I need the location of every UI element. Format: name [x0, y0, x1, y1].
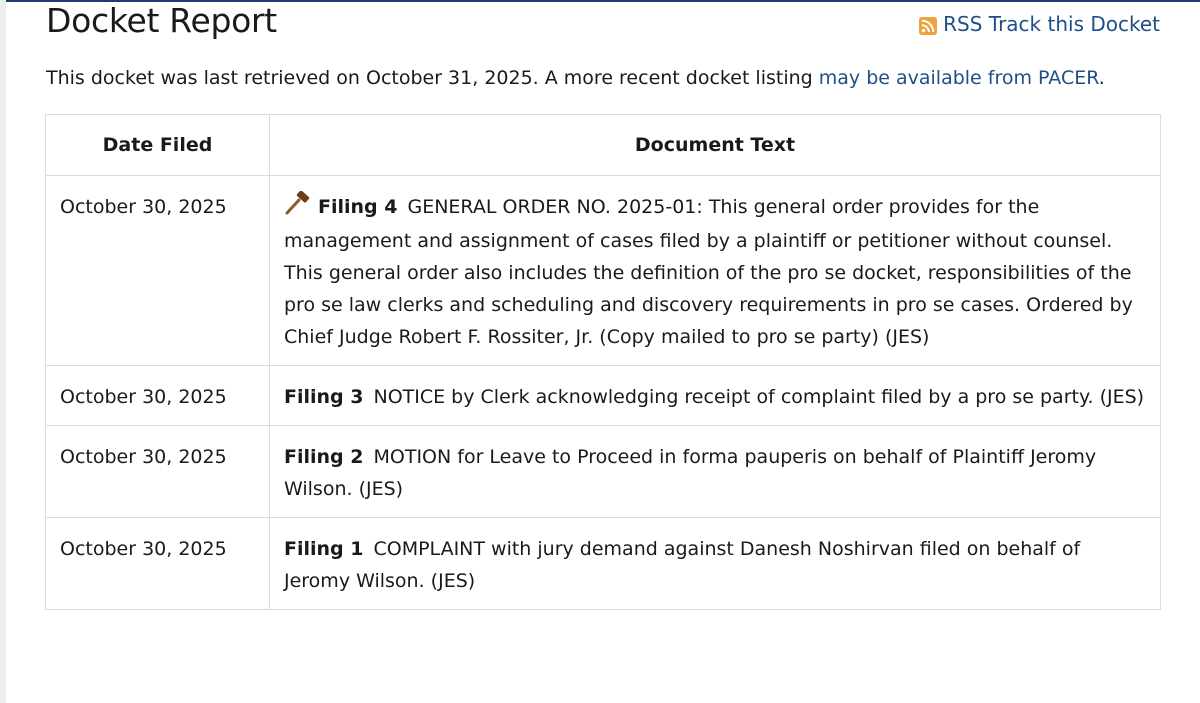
table-row: October 30, 2025 Filing 2 MOTION for Leav…	[45, 425, 1161, 518]
document-cell: Filing 2 MOTION for Leave to Proceed in f…	[269, 425, 1161, 518]
table-row: October 30, 2025 Filing 1 COMPLAINT with …	[45, 517, 1161, 610]
document-cell: Filing 1 COMPLAINT with jury demand again…	[269, 517, 1161, 610]
date-cell: October 30, 2025	[45, 365, 270, 426]
filing-label: Filing 3	[284, 386, 364, 408]
date-filed-header: Date Filed	[45, 114, 270, 176]
page-title: Docket Report	[46, 1, 277, 40]
side-rule	[0, 0, 6, 703]
filing-label: Filing 4	[318, 196, 398, 218]
retrieved-suffix: .	[1098, 67, 1105, 89]
retrieved-notice: This docket was last retrieved on Octobe…	[46, 64, 1105, 92]
table-header-row: Date Filed Document Text	[45, 114, 1161, 176]
retrieved-text: This docket was last retrieved on Octobe…	[46, 67, 819, 89]
filing-text: GENERAL ORDER NO. 2025-01: This general …	[284, 196, 1133, 348]
pacer-link[interactable]: may be available from PACER	[819, 67, 1099, 89]
table-row: October 30, 2025 Filing 4 GENERAL ORDER N…	[45, 175, 1161, 366]
filing-label: Filing 2	[284, 446, 364, 468]
date-cell: October 30, 2025	[45, 425, 270, 518]
document-cell: Filing 4 GENERAL ORDER NO. 2025-01: This …	[269, 175, 1161, 366]
table-row: October 30, 2025 Filing 3 NOTICE by Clerk…	[45, 365, 1161, 426]
date-cell: October 30, 2025	[45, 517, 270, 610]
rss-icon	[919, 15, 938, 35]
filing-text: NOTICE by Clerk acknowledging receipt of…	[373, 386, 1145, 408]
filing-label: Filing 1	[284, 538, 364, 560]
date-cell: October 30, 2025	[45, 175, 270, 366]
rss-track-link[interactable]: RSS Track this Docket	[919, 11, 1160, 37]
document-cell: Filing 3 NOTICE by Clerk acknowledging re…	[269, 365, 1161, 426]
gavel-icon	[284, 190, 310, 225]
filing-text: MOTION for Leave to Proceed in forma pau…	[284, 446, 1097, 500]
docket-table: Date Filed Document Text October 30, 202…	[45, 114, 1161, 610]
rss-label: RSS Track this Docket	[943, 12, 1160, 36]
filing-text: COMPLAINT with jury demand against Danes…	[284, 538, 1081, 592]
document-text-header: Document Text	[269, 114, 1161, 176]
